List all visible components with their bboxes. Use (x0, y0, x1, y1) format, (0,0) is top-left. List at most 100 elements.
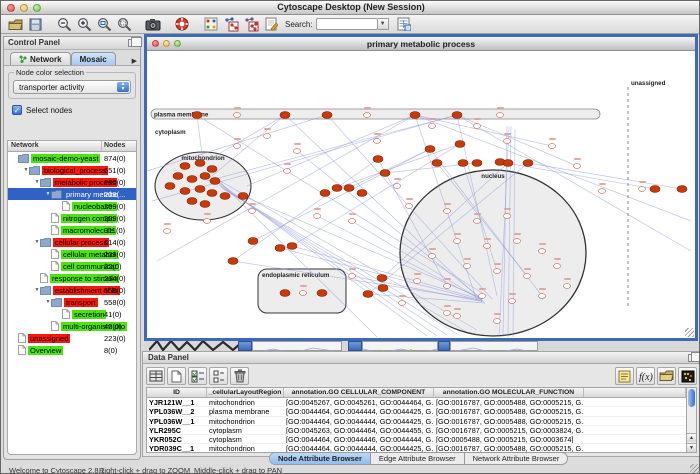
network-node[interactable] (599, 189, 606, 194)
table-row[interactable]: YKR052Ccytoplasm[GO:0044464, GO:0044446,… (147, 435, 686, 444)
tab-network[interactable]: Network (10, 52, 71, 65)
network-node-selected[interactable] (280, 290, 290, 297)
tree-row[interactable]: cellular metabol209(0) (8, 248, 136, 260)
search-dropdown-button[interactable]: ▼ (378, 18, 389, 30)
zoom-selected-region-icon[interactable] (94, 16, 114, 33)
table-cell[interactable]: [GO:0016787, GO:0005488, GO:0005215, G..… (434, 407, 584, 415)
network-node[interactable] (164, 229, 171, 234)
network-node-selected[interactable] (503, 160, 513, 167)
attribute-select-icon[interactable] (146, 367, 165, 385)
table-scrollbar[interactable]: ▲ ▼ (686, 387, 697, 453)
tree-row[interactable]: ▼biological_process651(0) (8, 164, 136, 176)
tab-edge-attribute-browser[interactable]: Edge Attribute Browser (371, 453, 465, 464)
network-node-selected[interactable] (248, 238, 258, 245)
table-cell[interactable]: [GO:0045263, GO:0044464, GO:0044455, G..… (284, 426, 434, 434)
tree-column-network[interactable]: Network (8, 141, 102, 151)
tree-row[interactable]: secretion41(0) (8, 308, 136, 320)
zoom-fit-icon[interactable] (114, 16, 134, 33)
layout-network-b-icon[interactable] (241, 16, 261, 33)
table-cell[interactable]: YKR052C (147, 435, 207, 443)
network-node[interactable] (504, 139, 511, 144)
network-node-selected[interactable] (173, 173, 183, 180)
table-cell[interactable]: YDR039C__1 (147, 444, 207, 452)
table-row[interactable]: YLR295Ccytoplasm[GO:0045263, GO:0044464,… (147, 426, 686, 435)
network-node-selected[interactable] (210, 178, 220, 185)
network-node-selected[interactable] (320, 190, 330, 197)
table-cell[interactable]: YPL036W__1 (147, 417, 207, 425)
open-session-icon[interactable] (5, 16, 25, 33)
network-node[interactable] (474, 124, 481, 129)
network-node[interactable] (514, 239, 521, 244)
network-node[interactable] (509, 299, 516, 304)
table-column-header[interactable]: _cellularLayoutRegion (207, 388, 284, 397)
network-node[interactable] (374, 139, 381, 144)
network-node-selected[interactable] (458, 160, 468, 167)
table-row[interactable]: YPL036W__1mitochondrion[GO:0044464, GO:0… (147, 417, 686, 426)
table-cell[interactable]: [GO:0044464, GO:0044446, GO:0044444, G..… (284, 435, 434, 443)
attribute-new-icon[interactable] (167, 367, 186, 385)
network-node[interactable] (399, 301, 406, 306)
snapshot-camera-icon[interactable] (143, 16, 163, 33)
network-node[interactable] (549, 144, 556, 149)
network-node-selected[interactable] (322, 112, 332, 119)
table-column-header[interactable]: ID (147, 388, 207, 397)
attribute-checklist-icon[interactable] (188, 367, 207, 385)
tab-node-attribute-browser[interactable]: Node Attribute Browser (270, 453, 371, 464)
table-column-header[interactable]: annotation.GO CELLULAR_COMPONENT (284, 388, 434, 397)
network-node-selected[interactable] (200, 173, 210, 180)
network-node-selected[interactable] (220, 193, 230, 200)
matrix-editor-icon[interactable] (678, 367, 697, 385)
network-node[interactable] (294, 149, 301, 154)
background-window-edge[interactable] (252, 341, 342, 351)
background-window-edge[interactable] (450, 341, 538, 351)
zoom-in-icon[interactable] (74, 16, 94, 33)
network-node[interactable] (429, 124, 436, 129)
tab-overflow-arrow-icon[interactable]: ▶ (132, 57, 137, 65)
scrollbar-thumb[interactable] (688, 389, 695, 407)
network-node[interactable] (364, 113, 371, 118)
network-node[interactable] (639, 187, 646, 192)
table-cell[interactable]: [GO:0044464, GO:0044444, GO:0044425, G..… (284, 407, 434, 415)
tree-row[interactable]: unassigned223(0) (8, 332, 136, 344)
network-node-selected[interactable] (410, 112, 420, 119)
network-edge[interactable] (207, 115, 457, 181)
network-node[interactable] (249, 209, 256, 214)
network-node-selected[interactable] (195, 160, 205, 167)
table-cell[interactable]: [GO:0005488, GO:0005215, GO:0003674] (434, 435, 584, 443)
table-row[interactable]: YJR121W__1mitochondrion[GO:0045267, GO:0… (147, 398, 686, 407)
network-node-selected[interactable] (195, 186, 205, 193)
tab-network-attribute-browser[interactable]: Network Attribute Browser (465, 453, 568, 464)
network-node[interactable] (284, 169, 291, 174)
network-node[interactable] (484, 244, 491, 249)
network-node[interactable] (414, 279, 421, 284)
network-node[interactable] (554, 264, 561, 269)
tree-row[interactable]: cell communicat22(0) (8, 260, 136, 272)
network-node-selected[interactable] (207, 166, 217, 173)
network-node[interactable] (564, 284, 571, 289)
tree-column-nodes[interactable]: Nodes (102, 141, 136, 151)
network-node-selected[interactable] (275, 245, 285, 252)
attribute-import-icon[interactable] (394, 16, 414, 33)
network-node-selected[interactable] (287, 243, 297, 250)
background-window-edge[interactable] (238, 341, 252, 351)
network-node[interactable] (494, 269, 501, 274)
function-builder-icon[interactable]: f(x) (636, 367, 655, 385)
table-cell[interactable]: cytoplasm (207, 435, 284, 443)
network-node[interactable] (574, 164, 581, 169)
table-cell[interactable]: [GO:0045267, GO:0045261, GO:0044464, G..… (284, 398, 434, 406)
notes-icon[interactable] (615, 367, 634, 385)
plasma-membrane-region[interactable] (151, 109, 600, 119)
frame-resize-grip[interactable] (685, 328, 694, 337)
network-node[interactable] (349, 274, 356, 279)
table-cell[interactable]: YPL036W__2 (147, 407, 207, 415)
network-node[interactable] (504, 214, 511, 219)
table-row[interactable]: YPL036W__2plasma membrane[GO:0044464, GO… (147, 407, 686, 416)
network-node-selected[interactable] (455, 141, 465, 148)
node-color-dropdown[interactable]: transporter activity ▲▼ (13, 80, 131, 94)
network-node-selected[interactable] (200, 201, 210, 208)
network-node[interactable] (234, 113, 241, 118)
network-node[interactable] (314, 214, 321, 219)
tree-row[interactable]: multi-organism pro42(0) (8, 320, 136, 332)
network-node[interactable] (494, 319, 501, 324)
network-node-selected[interactable] (238, 193, 248, 200)
